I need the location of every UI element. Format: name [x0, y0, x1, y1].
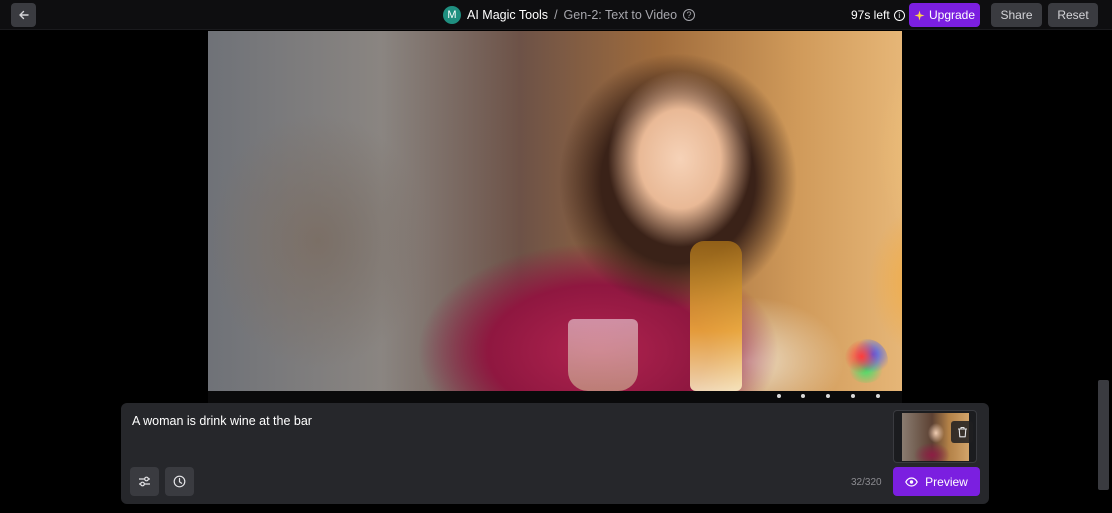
settings-button[interactable]: [130, 467, 159, 496]
prompt-input[interactable]: A woman is drink wine at the bar: [132, 414, 312, 428]
upgrade-button[interactable]: Upgrade: [909, 3, 980, 27]
history-button[interactable]: [165, 467, 194, 496]
dot: [876, 394, 880, 398]
progress-dots: [208, 391, 902, 403]
back-button[interactable]: [11, 3, 36, 27]
preview-label: Preview: [925, 474, 968, 489]
wine-glass-shape: [568, 319, 638, 391]
rgb-lights-shape: [844, 339, 888, 383]
character-count: 32/320: [851, 477, 882, 488]
dot: [826, 394, 830, 398]
delete-image-button[interactable]: [951, 421, 973, 443]
question-circle-icon[interactable]: ?: [683, 9, 696, 21]
time-left-label: 97s left: [851, 8, 890, 22]
sliders-icon: [139, 476, 150, 487]
dot: [801, 394, 805, 398]
dot: [777, 394, 781, 398]
dot: [851, 394, 855, 398]
page-title: Gen-2: Text to Video: [563, 8, 678, 22]
trash-icon: [957, 426, 967, 438]
breadcrumb: M AI Magic Tools / Gen-2: Text to Video …: [443, 6, 696, 24]
arrow-left-icon: [18, 10, 29, 20]
scrollbar[interactable]: [1098, 380, 1109, 490]
breadcrumb-separator: /: [554, 8, 558, 22]
time-left-indicator: 97s left i: [851, 8, 905, 22]
reference-image-thumbnail[interactable]: [893, 410, 977, 463]
eye-icon: [905, 476, 919, 487]
video-preview[interactable]: [208, 31, 902, 391]
breadcrumb-app-name[interactable]: AI Magic Tools: [467, 8, 548, 22]
avatar[interactable]: M: [443, 6, 461, 24]
share-button[interactable]: Share: [991, 3, 1042, 27]
reset-button[interactable]: Reset: [1048, 3, 1098, 27]
info-circle-icon[interactable]: i: [893, 9, 905, 21]
top-bar: M AI Magic Tools / Gen-2: Text to Video …: [0, 0, 1112, 30]
sparkle-icon: [914, 10, 925, 20]
preview-button[interactable]: Preview: [893, 467, 980, 496]
bottle-shape: [690, 241, 742, 391]
clock-icon: [173, 475, 186, 488]
upgrade-label: Upgrade: [928, 8, 976, 22]
